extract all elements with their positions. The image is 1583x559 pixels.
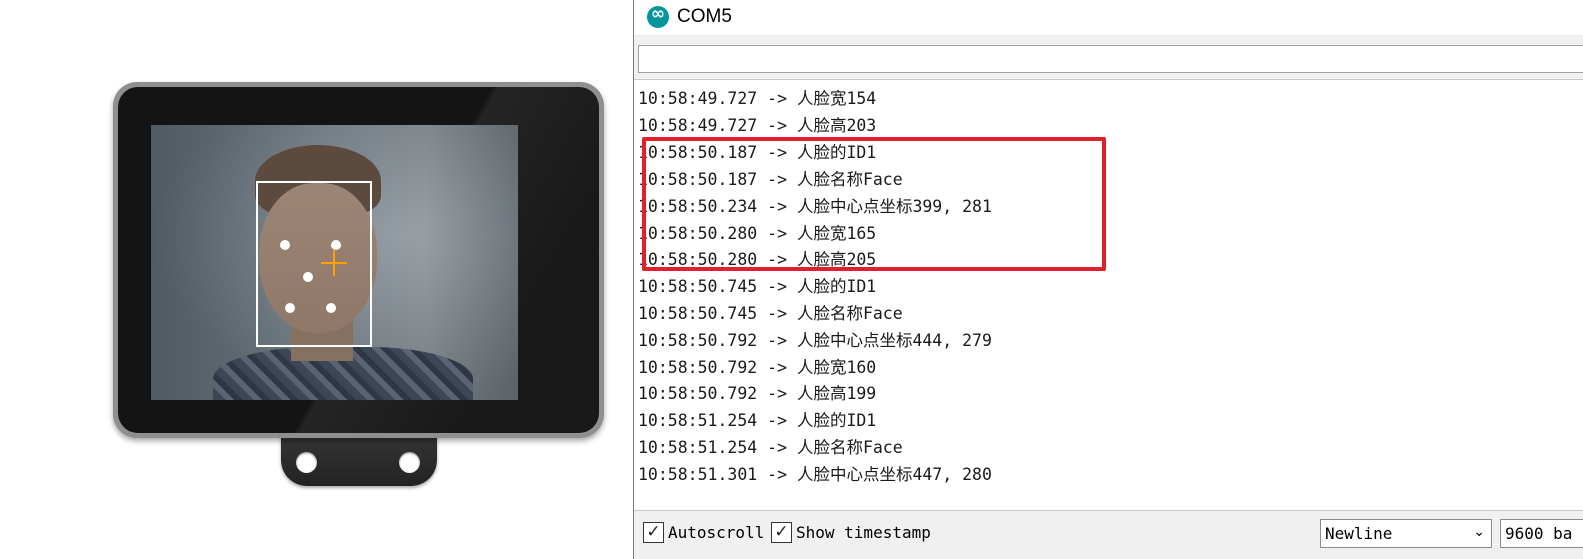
landmark-mouth-left [285,303,295,313]
arduino-infinity-icon [647,4,669,28]
window-title: COM5 [677,6,732,27]
line-ending-value: Newline [1325,524,1393,543]
autoscroll-label: Autoscroll [668,523,765,542]
output-line: 10:58:51.301 -> 人脸中心点坐标447, 280 [638,465,992,484]
output-line: 10:58:49.727 -> 人脸宽154 [638,89,877,108]
landmark-nose [303,272,313,282]
output-line: 10:58:50.792 -> 人脸中心点坐标444, 279 [638,331,992,350]
output-line: 10:58:50.745 -> 人脸的ID1 [638,277,877,296]
output-line: 10:58:50.792 -> 人脸宽160 [638,358,877,377]
title-bar: COM5 [634,0,1583,36]
landmark-mouth-right [326,303,336,313]
serial-output-area[interactable]: 10:58:49.727 -> 人脸宽154 10:58:49.727 -> 人… [634,79,1583,511]
output-line: 10:58:51.254 -> 人脸名称Face [638,438,903,457]
device-screen [151,125,518,400]
baud-rate-value: 9600 ba [1505,524,1573,543]
output-line: 10:58:50.280 -> 人脸高205 [638,250,877,269]
output-line: 10:58:51.254 -> 人脸的ID1 [638,411,877,430]
autoscroll-checkbox[interactable]: ✓ [643,522,664,543]
show-timestamp-checkbox[interactable]: ✓ [771,522,792,543]
output-line: 10:58:50.234 -> 人脸中心点坐标399, 281 [638,197,992,216]
mount-hole-left [296,452,317,473]
output-line: 10:58:50.187 -> 人脸的ID1 [638,143,877,162]
landmark-right-eye [331,240,341,250]
chevron-down-icon: ⌄ [1473,524,1485,540]
output-line: 10:58:49.727 -> 人脸高203 [638,116,877,135]
face-detection-box [256,181,372,347]
show-timestamp-label: Show timestamp [796,523,931,542]
line-ending-select[interactable]: Newline ⌄ [1320,519,1492,548]
serial-send-input[interactable] [638,45,1583,73]
output-line: 10:58:50.280 -> 人脸宽165 [638,224,877,243]
output-line: 10:58:50.745 -> 人脸名称Face [638,304,903,323]
landmark-left-eye [280,240,290,250]
output-line: 10:58:50.792 -> 人脸高199 [638,384,877,403]
send-row [634,37,1583,79]
face-center-crosshair [321,250,347,276]
device-illustration [0,0,634,559]
footer-bar: ✓ Autoscroll ✓ Show timestamp Newline ⌄ … [634,512,1583,559]
baud-rate-select[interactable]: 9600 ba [1500,519,1583,548]
output-line: 10:58:50.187 -> 人脸名称Face [638,170,903,189]
serial-monitor-window: COM5 10:58:49.727 -> 人脸宽154 10:58:49.727… [633,0,1583,559]
mount-hole-right [399,452,420,473]
